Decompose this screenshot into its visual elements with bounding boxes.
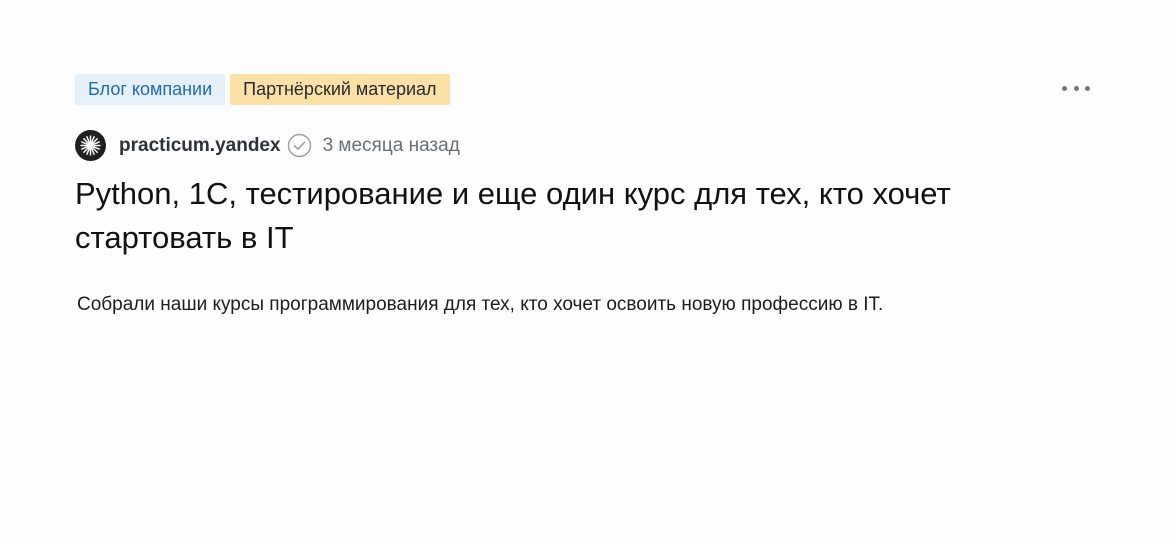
post-card: Блог компании Партнёрский материал pract… [0,0,1176,544]
post-tags: Блог компании Партнёрский материал [75,74,450,105]
more-options-button[interactable] [1062,80,1090,96]
post-title[interactable]: Python, 1С, тестирование и еще один курс… [75,172,1075,260]
avatar[interactable] [75,130,106,161]
more-dots-icon [1062,85,1067,91]
post-lead: Собрали наши курсы программирования для … [77,294,884,315]
author-link[interactable]: practicum.yandex [119,135,281,157]
verified-check-icon [287,133,312,158]
post-meta: practicum.yandex 3 месяца назад [75,130,460,161]
company-blog-tag[interactable]: Блог компании [75,74,226,105]
more-dot [1085,85,1090,91]
publish-time: 3 месяца назад [322,134,460,156]
practicum-logo-icon [80,135,101,156]
partner-material-tag[interactable]: Партнёрский материал [230,74,450,105]
more-dot [1073,85,1079,91]
